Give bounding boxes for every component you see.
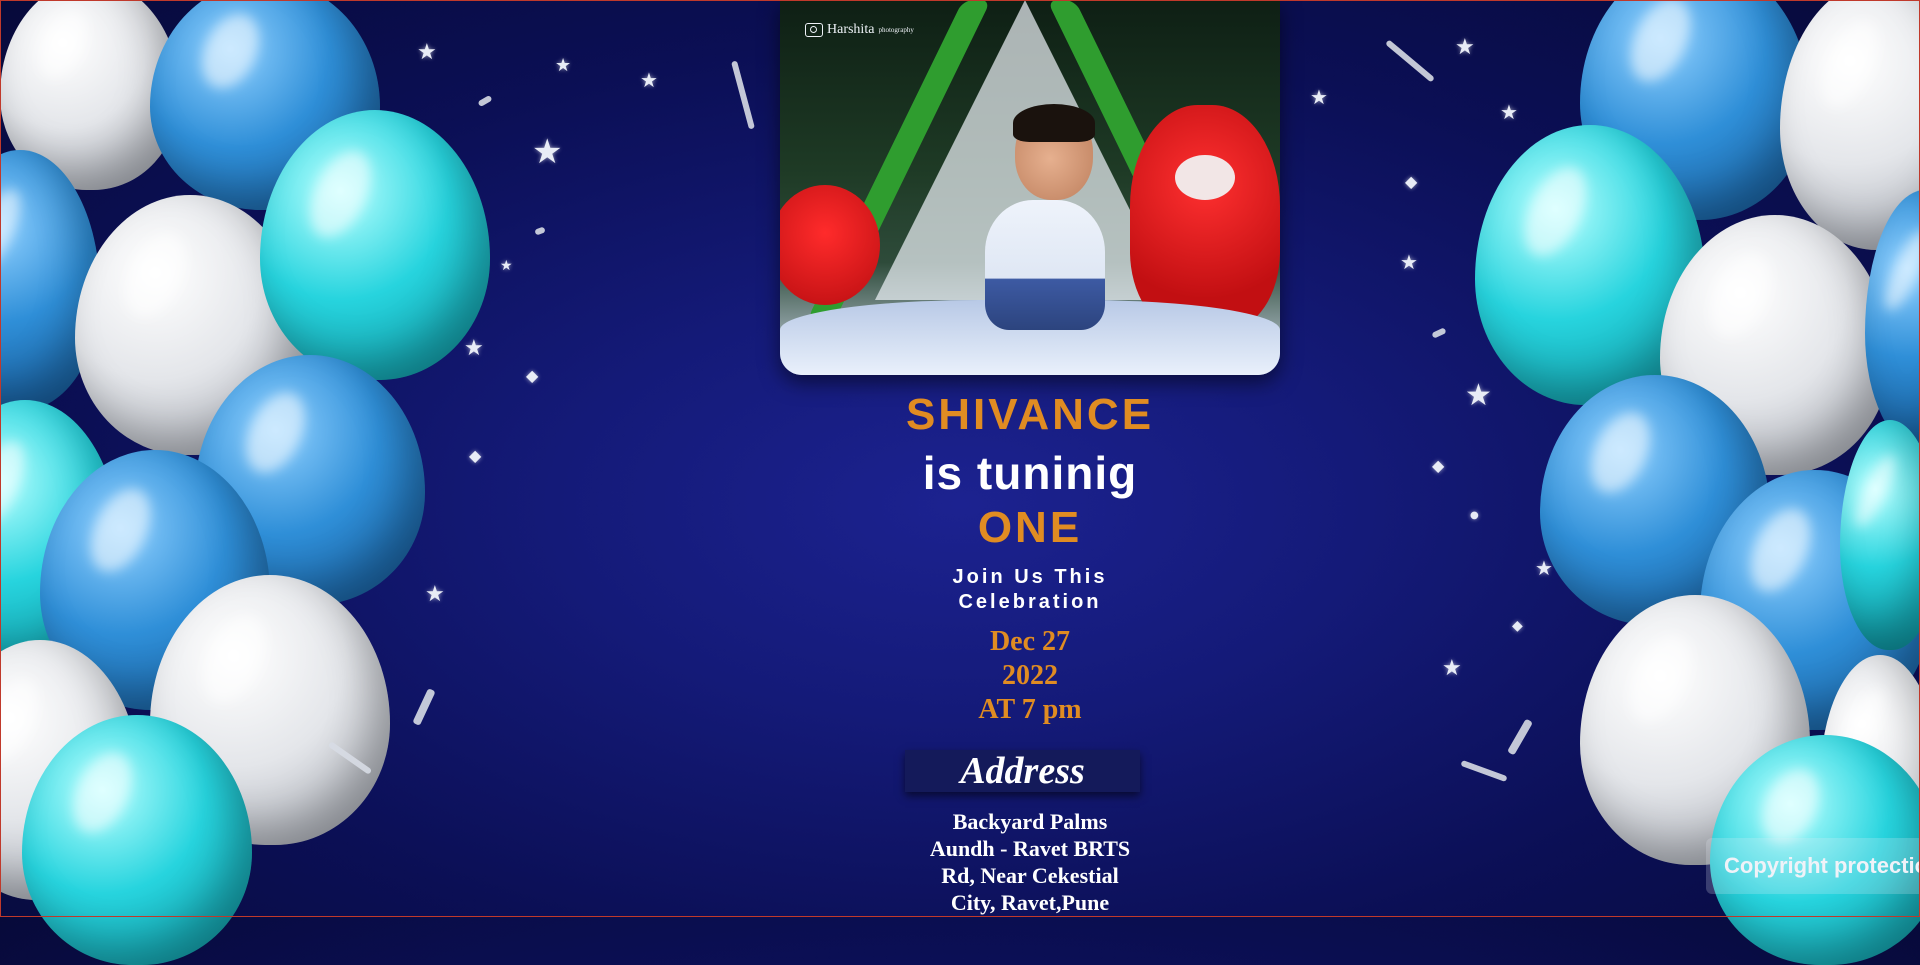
- star-icon: ★: [425, 582, 445, 607]
- star-icon: ★: [1465, 378, 1492, 413]
- confetti: [1385, 39, 1435, 83]
- studio-logo: Harshita photography: [805, 22, 914, 38]
- star-icon: ◆: [526, 366, 539, 385]
- photo-teddy-bear: [1130, 105, 1280, 330]
- copyright-protection-badge[interactable]: Copyright protection: [1706, 838, 1920, 894]
- child-name: SHIVANCE: [905, 390, 1155, 439]
- star-icon: ★: [1400, 250, 1418, 274]
- baby-photo: Harshita photography: [780, 0, 1280, 375]
- star-icon: ★: [1442, 656, 1462, 681]
- join-text: Join Us This Celebration: [780, 565, 1280, 615]
- star-icon: ◆: [1512, 618, 1523, 634]
- studio-logo-name: Harshita: [827, 22, 875, 37]
- star-icon: ★: [1455, 35, 1475, 60]
- confetti: [1431, 327, 1447, 339]
- confetti: [1460, 759, 1508, 783]
- address-heading: Address: [905, 750, 1140, 792]
- tagline: is tuninig: [922, 447, 1138, 499]
- confetti: [731, 60, 755, 130]
- camera-icon: [805, 23, 823, 37]
- confetti: [412, 688, 436, 726]
- address-block: Backyard Palms Aundh - Ravet BRTS Rd, Ne…: [780, 808, 1280, 916]
- address-line: Backyard Palms: [952, 809, 1108, 834]
- join-line: Join Us This: [952, 566, 1108, 588]
- balloon: [260, 110, 490, 380]
- star-icon: ★: [532, 132, 563, 172]
- address-line: City, Ravet,Pune: [950, 890, 1110, 915]
- studio-logo-sub: photography: [878, 26, 914, 34]
- photo-baby-hair: [1013, 104, 1095, 142]
- date-line: Dec 27: [989, 626, 1071, 657]
- confetti: [1507, 718, 1533, 756]
- star-icon: ★: [1535, 556, 1553, 580]
- star-icon: ★: [417, 40, 437, 65]
- star-icon: ★: [555, 55, 572, 76]
- star-icon: ◆: [1405, 172, 1418, 191]
- photo-baby-body: [985, 200, 1105, 330]
- time-line: AT 7 pm: [978, 694, 1082, 725]
- star-icon: ★: [500, 258, 513, 274]
- photo-teddy-face: [1175, 155, 1235, 200]
- address-line: Aundh - Ravet BRTS: [929, 836, 1131, 861]
- star-icon: ◆: [469, 446, 482, 465]
- address-line: Rd, Near Cekestial: [941, 863, 1119, 888]
- balloon: [1840, 420, 1920, 650]
- star-icon: ★: [640, 68, 658, 92]
- star-icon: ★: [1500, 100, 1518, 124]
- star-icon: ◆: [1432, 456, 1445, 475]
- confetti: [534, 226, 546, 236]
- join-line: Celebration: [958, 591, 1102, 613]
- star-icon: ★: [1310, 85, 1328, 109]
- star-icon: ★: [464, 336, 484, 361]
- year-line: 2022: [1002, 660, 1058, 691]
- photo-heart-pillow: [780, 185, 880, 305]
- confetti: [477, 94, 493, 108]
- star-icon: ●: [1470, 510, 1479, 521]
- event-date: Dec 27 2022 AT 7 pm: [780, 625, 1280, 727]
- age-text: ONE: [977, 503, 1083, 552]
